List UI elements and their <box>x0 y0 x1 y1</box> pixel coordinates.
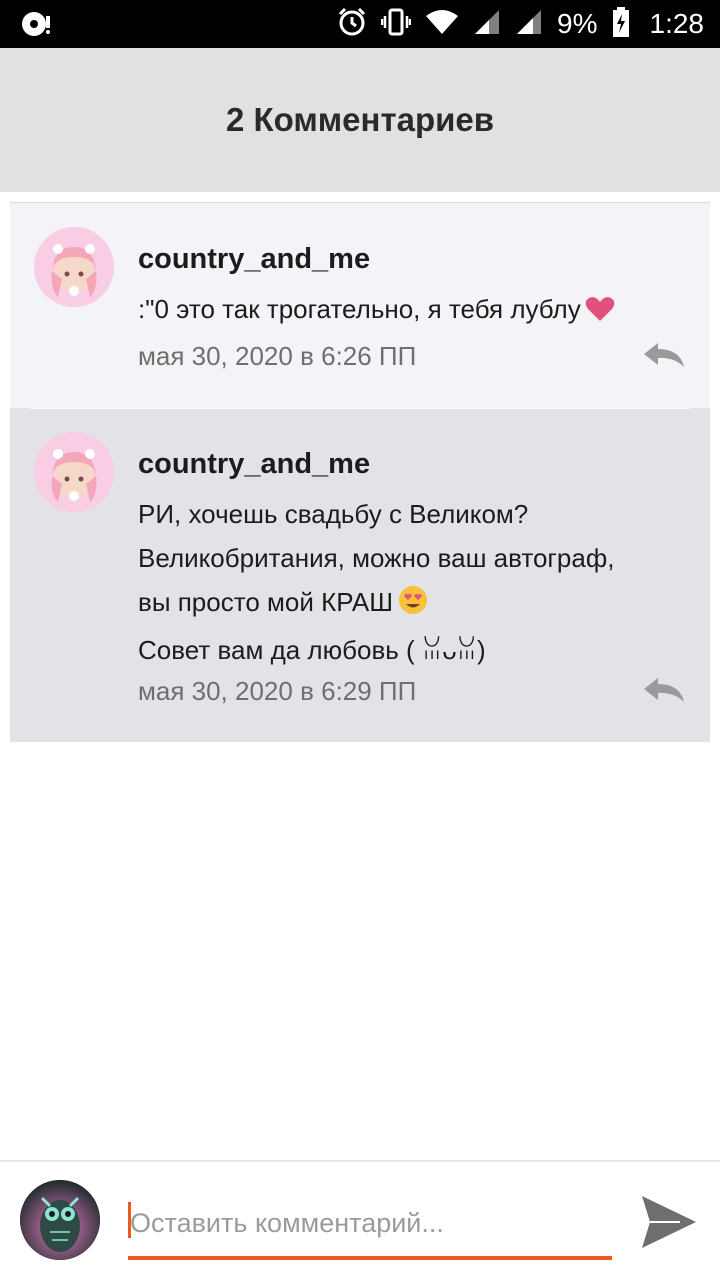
disc-icon <box>20 10 52 38</box>
reply-icon <box>644 678 684 702</box>
avatar[interactable] <box>34 227 114 307</box>
signal-icon-2 <box>515 8 543 41</box>
comment-username[interactable]: country_and_me <box>138 243 370 276</box>
comment-text: РИ, хочешь свадьбу с Великом? Великобрит… <box>138 492 698 672</box>
reply-button[interactable] <box>642 676 686 704</box>
wifi-icon <box>425 8 459 41</box>
comment-text: :"0 это так трогательно, я тебя лублу <box>138 287 698 335</box>
reply-icon <box>644 343 684 367</box>
avatar[interactable] <box>34 432 114 512</box>
clock: 1:28 <box>649 8 705 39</box>
comment-item: country_and_me :"0 это так трогательно, … <box>10 202 710 408</box>
comment-line: Совет вам да любовь ( ꈍᴗꈍ) <box>138 635 486 665</box>
reply-button[interactable] <box>642 341 686 369</box>
battery-charging-icon <box>612 6 630 42</box>
comment-list: country_and_me :"0 это так трогательно, … <box>10 202 710 742</box>
comment-timestamp: мая 30, 2020 в 6:29 ПП <box>138 676 417 706</box>
comment-line: :"0 это так трогательно, я тебя лублу <box>138 294 581 324</box>
comment-line: вы просто мой КРАШ <box>138 587 394 617</box>
text-cursor <box>128 1202 131 1238</box>
comment-composer <box>0 1160 720 1280</box>
comment-username[interactable]: country_and_me <box>138 448 370 481</box>
send-button[interactable] <box>640 1194 698 1250</box>
signal-icon <box>473 8 501 41</box>
comment-line: РИ, хочешь свадьбу с Великом? <box>138 499 529 529</box>
alarm-icon <box>337 7 367 42</box>
vibrate-icon <box>380 7 412 42</box>
comment-input[interactable] <box>128 1190 612 1260</box>
battery-percent: 9% <box>557 8 598 39</box>
comment-line: Великобритания, можно ваш автограф, <box>138 543 615 573</box>
comments-header: 2 Комментариев <box>0 48 720 192</box>
my-avatar <box>20 1180 100 1260</box>
send-icon <box>642 1196 696 1248</box>
comment-timestamp: мая 30, 2020 в 6:26 ПП <box>138 341 417 371</box>
status-bar: 9% 1:28 <box>0 0 720 48</box>
heart-icon <box>585 291 615 335</box>
divider <box>30 408 690 409</box>
heart-eyes-emoji-icon <box>397 584 429 628</box>
page-title: 2 Комментариев <box>225 101 495 138</box>
comment-item: country_and_me РИ, хочешь свадьбу с Вели… <box>10 408 710 742</box>
